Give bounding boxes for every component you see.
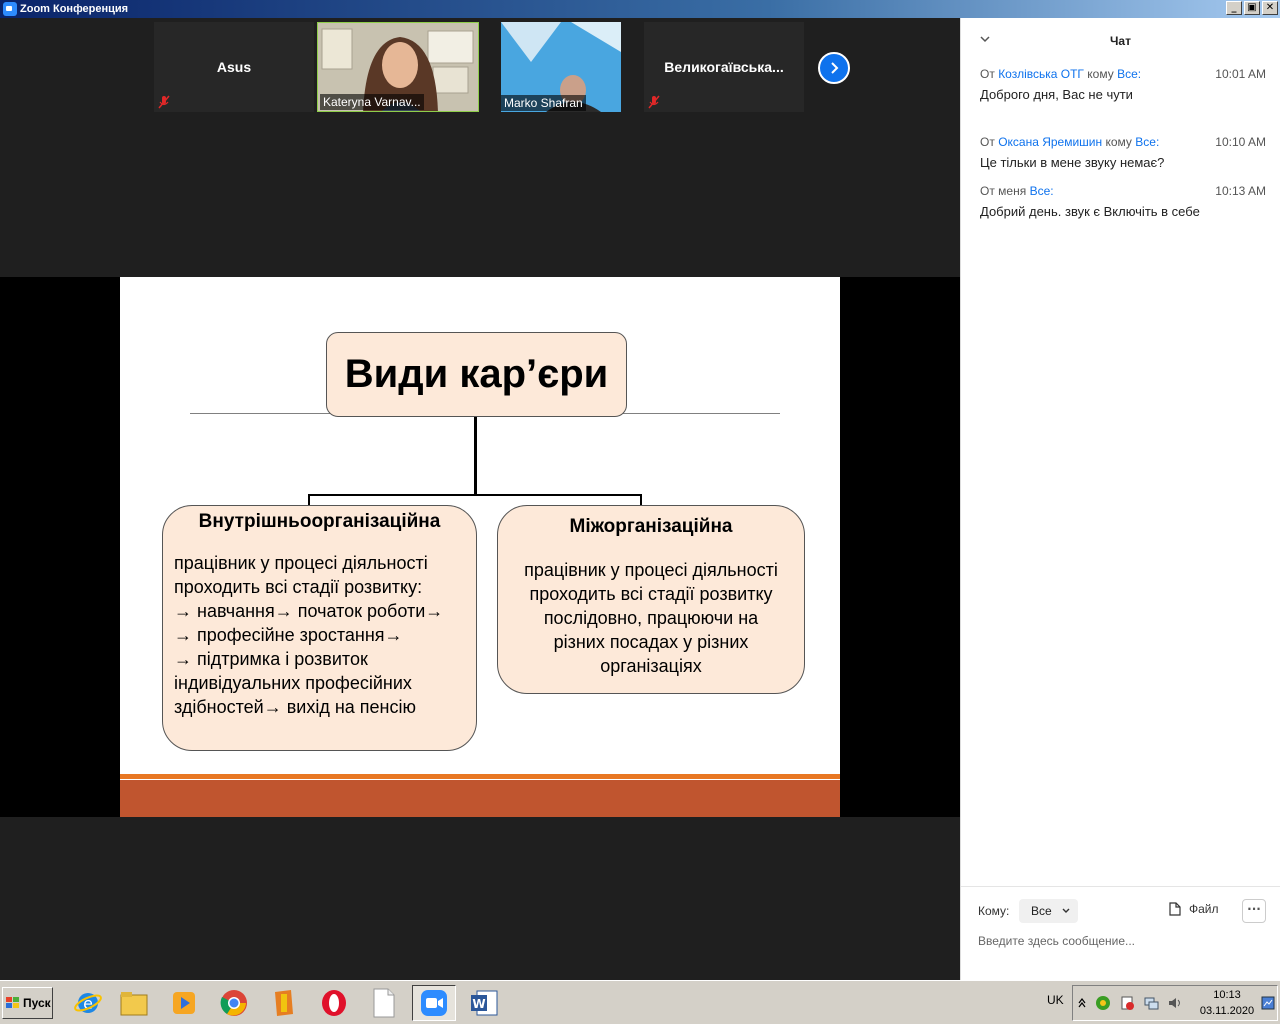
volume-icon[interactable]	[1167, 995, 1183, 1011]
windows-flag-icon	[6, 997, 20, 1009]
minimize-button[interactable]: _	[1226, 1, 1242, 15]
connector-left-drop	[308, 494, 310, 505]
chat-message: От меня Все: 10:13 AM Добрий день. звук …	[980, 184, 1266, 219]
update-icon[interactable]	[1095, 995, 1111, 1011]
recipient-select[interactable]: Все	[1019, 899, 1078, 923]
from-prefix: От	[980, 67, 995, 81]
message-time: 10:01 AM	[1215, 67, 1266, 81]
connector-right-drop	[640, 494, 642, 505]
participant-name: Великогаївська...	[664, 59, 784, 75]
start-button[interactable]: Пуск	[2, 987, 53, 1019]
connector-horizontal	[308, 494, 642, 496]
show-hidden-icons-icon[interactable]	[1077, 996, 1087, 1010]
chat-composer: Кому: Все Файл ···	[961, 886, 1280, 980]
file-label: Файл	[1189, 902, 1219, 916]
archive-icon[interactable]	[262, 985, 306, 1021]
box-heading: Внутрішньоорганізаційна	[198, 511, 441, 532]
box-heading: Міжорганізаційна	[569, 516, 733, 537]
chat-panel: Чат От Козлівська ОТГ кому Все: 10:01 AM…	[960, 18, 1280, 980]
close-button[interactable]: ✕	[1262, 1, 1278, 15]
start-label: Пуск	[23, 996, 51, 1010]
opera-icon[interactable]	[312, 985, 356, 1021]
meeting-area: Asus Kateryna Varnav... Marko Shafran Ве…	[0, 18, 960, 980]
message-input[interactable]	[978, 931, 1268, 951]
zoom-app-icon	[3, 2, 17, 16]
inter-org-career-box: Міжорганізаційна працівник у процесі дія…	[497, 505, 805, 694]
recipient-name[interactable]: Все:	[1135, 135, 1159, 149]
window-title: Zoom Конференция	[20, 3, 129, 15]
message-time: 10:10 AM	[1215, 135, 1266, 149]
chrome-icon[interactable]	[212, 985, 256, 1021]
blank-document-icon[interactable]	[362, 985, 406, 1021]
slide-title: Види кар’єри	[326, 332, 627, 417]
next-page-button[interactable]	[818, 52, 850, 84]
language-indicator[interactable]: UK	[1047, 993, 1064, 1007]
chevron-right-icon	[831, 62, 839, 74]
recipient-value: Все	[1031, 904, 1052, 918]
file-icon	[1169, 902, 1181, 916]
chat-header: Чат	[961, 18, 1280, 62]
participant-tile[interactable]: Великогаївська...	[644, 22, 804, 112]
participant-video-tile[interactable]: Marko Shafran	[501, 22, 621, 112]
media-player-icon[interactable]	[162, 985, 206, 1021]
to-prefix: кому	[1087, 67, 1114, 81]
muted-mic-icon	[158, 95, 170, 109]
sender-name[interactable]: Козлівська ОТГ	[998, 67, 1084, 81]
chat-message: От Оксана Яремишин кому Все: 10:10 AM Це…	[980, 135, 1266, 170]
more-options-button[interactable]: ···	[1242, 899, 1266, 923]
slide-footer-band	[120, 780, 840, 817]
to-label: Кому:	[978, 904, 1010, 918]
show-desktop-icon[interactable]	[1261, 996, 1275, 1010]
chevron-down-icon	[1062, 908, 1070, 913]
taskbar: Пуск e W UK 10:13 03.11.2020	[0, 980, 1280, 1024]
zoom-icon[interactable]	[412, 985, 456, 1021]
from-prefix: От меня	[980, 184, 1027, 198]
sender-name[interactable]: Оксана Яремишин	[998, 135, 1102, 149]
muted-mic-icon	[648, 95, 660, 109]
window-titlebar: Zoom Конференция _ ▣ ✕	[0, 0, 1280, 18]
svg-text:W: W	[472, 997, 485, 1011]
recipient-name[interactable]: Все:	[1030, 184, 1054, 198]
chat-title: Чат	[1110, 34, 1131, 48]
participant-name: Asus	[216, 59, 252, 75]
ie-icon[interactable]: e	[66, 985, 110, 1021]
shared-screen: Види кар’єри Внутрішньоорганізаційна пра…	[0, 277, 960, 817]
slide-accent-line	[120, 774, 840, 779]
connector-vertical	[474, 417, 477, 495]
participant-tile[interactable]: Asus	[154, 22, 314, 112]
participant-name: Marko Shafran	[501, 95, 586, 111]
network-icon[interactable]	[1143, 995, 1159, 1011]
word-icon[interactable]: W	[462, 985, 506, 1021]
message-text: Доброго дня, Вас не чути	[980, 87, 1133, 102]
recipient-name[interactable]: Все:	[1117, 67, 1141, 81]
message-text: Добрий день. звук є Включіть в себе	[980, 204, 1200, 219]
file-button[interactable]: Файл	[1169, 902, 1219, 916]
explorer-folder-icon[interactable]	[112, 985, 156, 1021]
from-prefix: От	[980, 135, 995, 149]
action-center-icon[interactable]	[1119, 995, 1135, 1011]
message-time: 10:13 AM	[1215, 184, 1266, 198]
presentation-slide: Види кар’єри Внутрішньоорганізаційна пра…	[120, 277, 840, 817]
participant-video-tile[interactable]: Kateryna Varnav...	[317, 22, 479, 112]
clock-time[interactable]: 10:13	[1197, 989, 1257, 1001]
restore-button[interactable]: ▣	[1244, 1, 1260, 15]
to-prefix: кому	[1105, 135, 1132, 149]
box-body: працівник у процесі діяльності проходить…	[524, 560, 778, 676]
system-tray: 10:13 03.11.2020	[1072, 985, 1278, 1021]
participant-name: Kateryna Varnav...	[320, 94, 424, 110]
message-text: Це тільки в мене звуку немає?	[980, 155, 1165, 170]
box-body: працівник у процесі діяльності проходить…	[174, 553, 444, 717]
chat-message: От Козлівська ОТГ кому Все: 10:01 AM Доб…	[980, 67, 1266, 102]
clock-date[interactable]: 03.11.2020	[1191, 1005, 1263, 1017]
intra-org-career-box: Внутрішньоорганізаційна працівник у проц…	[162, 505, 477, 751]
